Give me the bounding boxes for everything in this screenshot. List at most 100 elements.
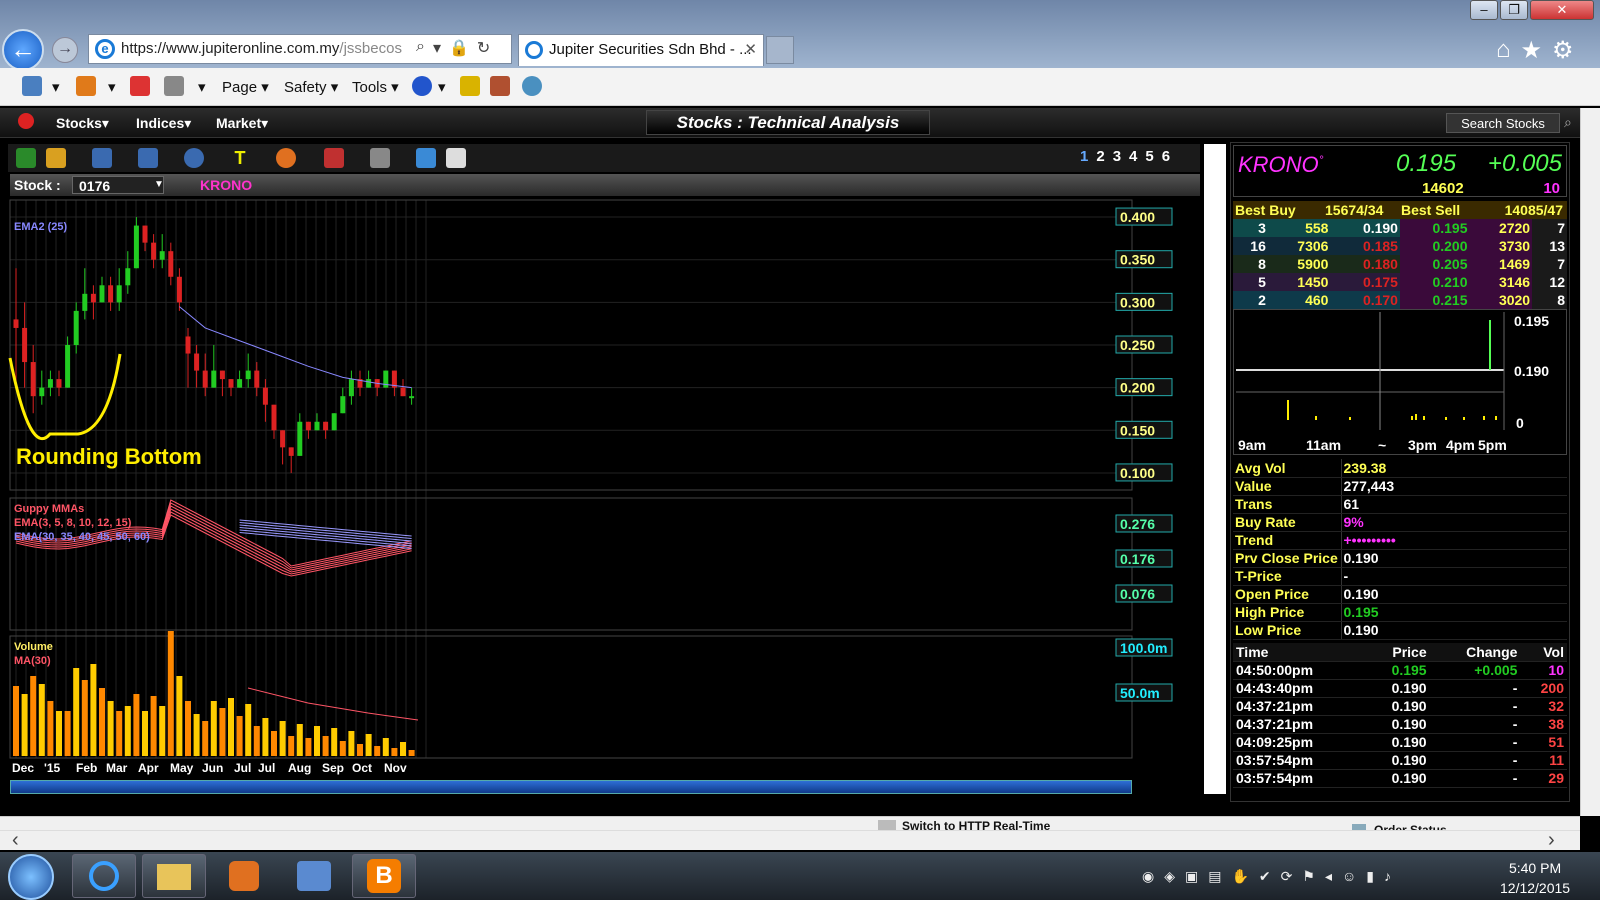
menu-indices[interactable]: Indices▾ <box>136 115 191 132</box>
signal-icon[interactable]: ▮ <box>1366 868 1374 885</box>
addon-icon[interactable] <box>490 76 510 96</box>
intraday-time-label: 4pm <box>1446 437 1475 453</box>
menu-tools[interactable]: Tools ▾ <box>352 78 399 96</box>
taskbar-explorer[interactable] <box>142 854 206 898</box>
rss-icon[interactable] <box>76 76 96 96</box>
chart-type-icon[interactable] <box>92 148 112 168</box>
indicator-icon[interactable] <box>276 148 296 168</box>
chart-horizontal-scrollbar[interactable] <box>10 780 1132 794</box>
start-button[interactable] <box>8 854 54 900</box>
page-tab-5[interactable]: 5 <box>1145 148 1161 165</box>
taskbar-paint[interactable] <box>282 854 346 898</box>
ema-legend: EMA2 (25) <box>14 221 68 233</box>
open-folder-icon[interactable] <box>46 148 66 168</box>
menu-safety[interactable]: Safety ▾ <box>284 78 338 96</box>
compare-icon[interactable] <box>324 148 344 168</box>
page-tab-1[interactable]: 1 <box>1080 148 1096 165</box>
volume-icon[interactable]: ♪ <box>1384 868 1391 885</box>
candle-body <box>297 421 303 456</box>
depth-cell: 13 <box>1532 237 1567 255</box>
zoom-icon[interactable] <box>184 148 204 168</box>
menu-page[interactable]: Page ▾ <box>222 78 269 96</box>
candle-body <box>348 379 354 397</box>
tab-title: Jupiter Securities Sdn Bhd - ... <box>549 41 752 58</box>
taskbar-media[interactable] <box>212 854 276 898</box>
volume-bar <box>365 734 372 756</box>
help-icon[interactable] <box>412 76 432 96</box>
speaker-mute-icon[interactable]: ◂ <box>1325 868 1332 885</box>
print-icon[interactable] <box>164 76 184 96</box>
page-tab-4[interactable]: 4 <box>1129 148 1145 165</box>
mail-icon[interactable] <box>130 76 150 96</box>
search-stocks-button[interactable]: Search Stocks <box>1446 113 1560 133</box>
telegram-icon[interactable]: ◈ <box>1164 868 1175 885</box>
chevron-down-icon[interactable]: ▾ <box>198 78 206 96</box>
new-tab-button[interactable] <box>766 36 794 64</box>
home-icon[interactable]: ⌂ <box>1496 36 1511 65</box>
chrome-icon[interactable]: ◉ <box>1142 868 1154 885</box>
search-icon[interactable]: ⌕ <box>1564 114 1572 131</box>
volume-bar <box>21 694 28 756</box>
trade-cell: +0.005 <box>1429 661 1521 680</box>
maximize-button[interactable]: ❐ <box>1500 0 1528 20</box>
page-horizontal-scrollbar[interactable]: ‹ › <box>0 829 1580 852</box>
comment-icon[interactable] <box>416 148 436 168</box>
page-tab-2[interactable]: 2 <box>1096 148 1112 165</box>
package-icon[interactable]: ▣ <box>1185 868 1198 885</box>
scroll-left-icon[interactable]: ‹ <box>12 829 19 852</box>
page-tab-6[interactable]: 6 <box>1162 148 1178 165</box>
gear-icon[interactable]: ⚙ <box>1552 36 1574 65</box>
flag-icon[interactable]: ⚑ <box>1302 868 1315 885</box>
menu-stocks[interactable]: Stocks▾ <box>56 115 109 132</box>
network-app-icon[interactable]: ▤ <box>1208 868 1221 885</box>
search-icon[interactable]: ⌕ <box>416 38 425 58</box>
scroll-right-icon[interactable]: › <box>1548 829 1555 852</box>
forward-button[interactable]: → <box>52 37 78 63</box>
currency-icon[interactable] <box>370 148 390 168</box>
pen-icon[interactable] <box>460 76 480 96</box>
taskbar-blogger[interactable]: B <box>352 854 416 898</box>
depth-cell: 8 <box>1532 291 1567 309</box>
dropdown-icon[interactable]: ▾ <box>433 38 441 58</box>
page-tab-3[interactable]: 3 <box>1113 148 1129 165</box>
stock-code-input[interactable]: 0176 <box>72 176 164 194</box>
user-icon[interactable]: ☺ <box>1342 868 1356 885</box>
check-icon[interactable]: ✔ <box>1259 868 1271 885</box>
save-icon[interactable] <box>16 148 36 168</box>
home-icon[interactable] <box>22 76 42 96</box>
system-clock[interactable]: 5:40 PM 12/12/2015 <box>1500 858 1570 898</box>
volume-bar <box>228 698 234 756</box>
page-scrollbar[interactable] <box>1580 108 1600 816</box>
minimize-button[interactable]: – <box>1470 0 1498 20</box>
y-tick-label: 0.276 <box>1120 516 1155 532</box>
sync-icon[interactable]: ⟳ <box>1281 868 1293 885</box>
refresh-icon[interactable]: ↻ <box>477 38 490 58</box>
list-icon[interactable] <box>446 148 466 168</box>
chevron-down-icon[interactable]: ▼ <box>154 174 164 196</box>
favorites-icon[interactable]: ★ <box>1521 36 1543 65</box>
taskbar-ie[interactable] <box>72 854 136 898</box>
address-icons: ⌕ ▾ 🔒 ↻ <box>416 38 490 58</box>
browser-tab[interactable]: Jupiter Securities Sdn Bhd - ... ✕ <box>518 34 764 66</box>
candle-body <box>314 421 320 431</box>
back-button[interactable]: ← <box>2 29 44 71</box>
chevron-down-icon[interactable]: ▾ <box>108 78 116 96</box>
text-tool-icon[interactable]: T <box>230 148 250 168</box>
calendar-icon[interactable] <box>138 148 158 168</box>
volume-bar <box>391 748 398 756</box>
lock-icon[interactable]: 🔒 <box>449 38 469 58</box>
globe-icon[interactable] <box>522 76 542 96</box>
chevron-down-icon[interactable]: ▾ <box>52 78 60 96</box>
hand-icon[interactable]: ✋ <box>1231 868 1248 885</box>
tab-close-icon[interactable]: ✕ <box>744 35 757 65</box>
volume-bar <box>296 724 303 756</box>
depth-cell: 0.195 <box>1399 219 1470 237</box>
close-window-button[interactable]: ✕ <box>1530 0 1594 20</box>
chart-vertical-scrollbar[interactable] <box>1204 144 1226 794</box>
chevron-down-icon[interactable]: ▾ <box>438 78 446 96</box>
volume-bar <box>288 736 295 756</box>
trade-row: 04:43:40pm 0.190-200 <box>1233 679 1567 698</box>
stock-label: Stock : <box>14 177 61 193</box>
menu-market[interactable]: Market▾ <box>216 115 268 132</box>
technical-chart[interactable]: 0.400 0.350 0.300 0.250 0.200 0.150 0.100 0.276… <box>8 198 1200 778</box>
